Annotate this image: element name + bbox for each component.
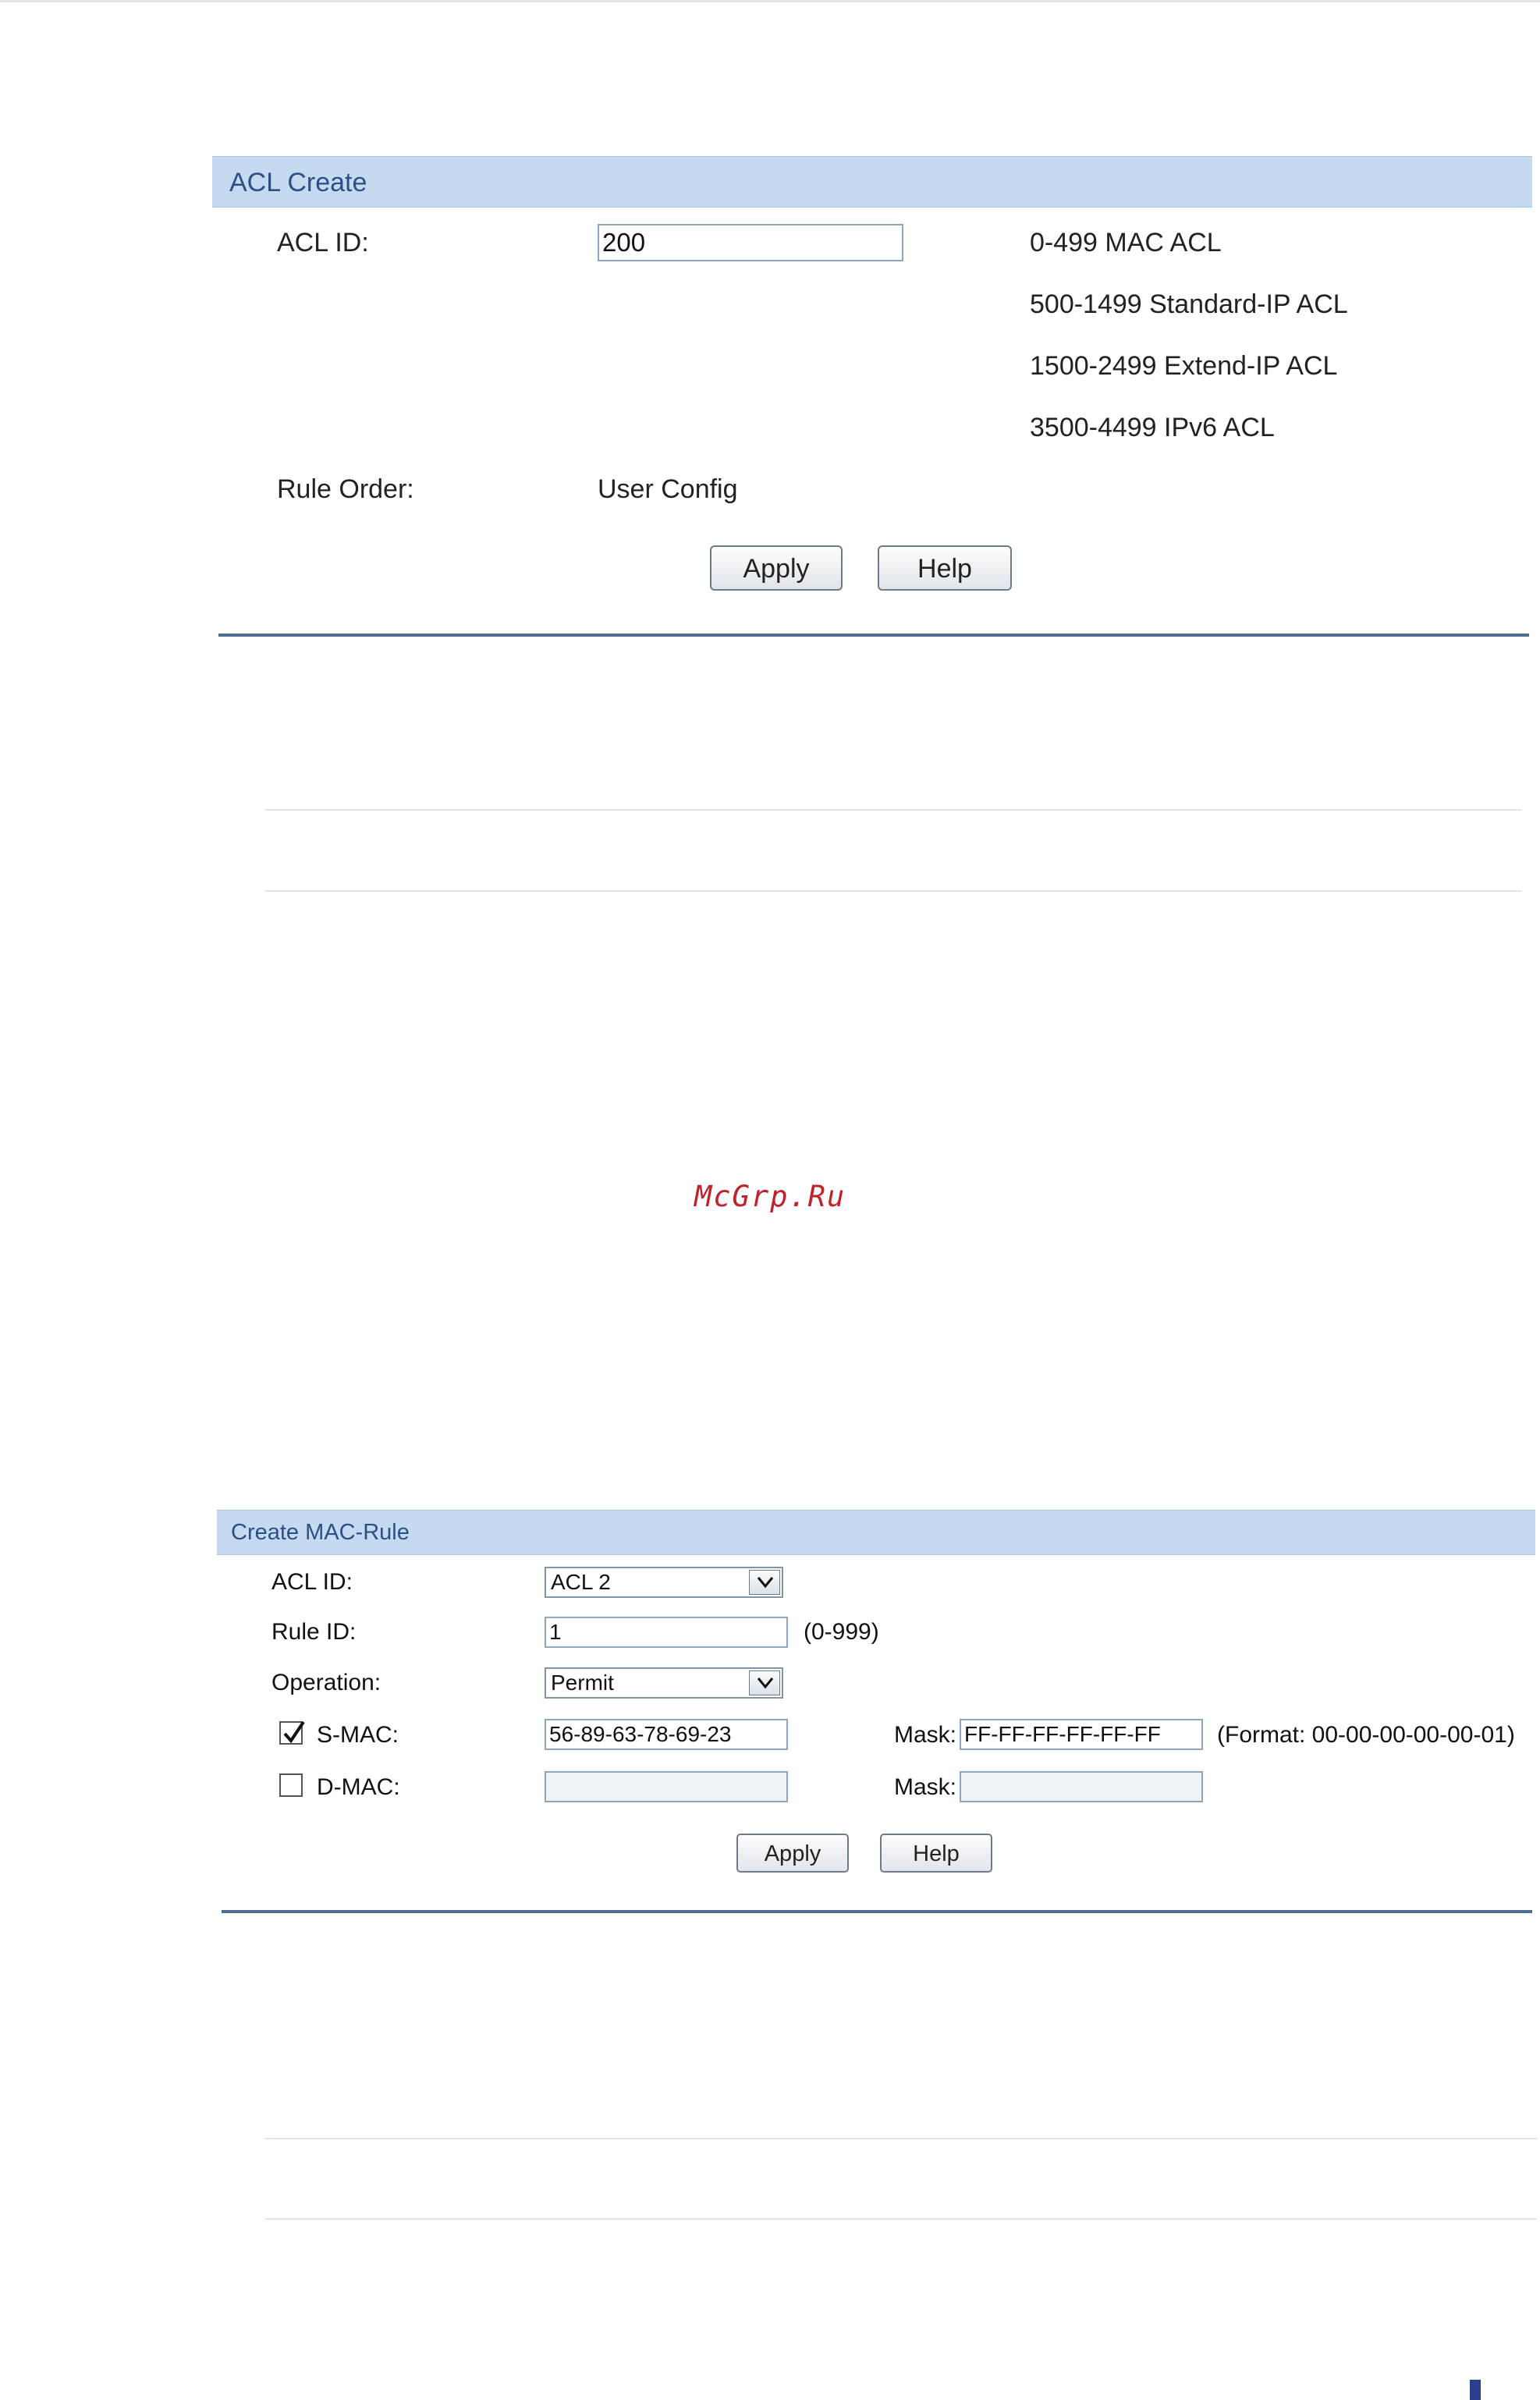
smac-checkbox[interactable] (279, 1720, 305, 1745)
rule-id-input[interactable] (545, 1617, 788, 1648)
mac-rule-header: Create MAC-Rule (217, 1510, 1535, 1555)
rule-order-value: User Config (598, 474, 738, 504)
smac-input[interactable] (545, 1719, 788, 1750)
dmac-mask-input[interactable] (960, 1771, 1203, 1802)
acl-range-note-mac: 0-499 MAC ACL (1030, 228, 1222, 257)
acl-range-note-standard-ip: 500-1499 Standard-IP ACL (1030, 289, 1348, 319)
acl-id-label: ACL ID: (277, 228, 369, 257)
dmac-input[interactable] (545, 1771, 788, 1802)
smac-mask-label: Mask: (894, 1722, 957, 1748)
chevron-down-icon[interactable] (749, 1570, 780, 1595)
dmac-checkbox[interactable] (279, 1773, 303, 1797)
acl-id-input[interactable] (598, 224, 903, 261)
divider (265, 2138, 1537, 2139)
divider (265, 809, 1521, 811)
rule-id-range-hint: (0-999) (804, 1619, 879, 1645)
acl-create-header: ACL Create (212, 156, 1532, 208)
dmac-mask-label: Mask: (894, 1774, 957, 1800)
mac-format-hint: (Format: 00-00-00-00-00-01) (1217, 1722, 1515, 1748)
mac-rule-title: Create MAC-Rule (231, 1520, 410, 1545)
page-corner-mark (1470, 2380, 1481, 2400)
operation-label: Operation: (271, 1670, 381, 1695)
divider (265, 890, 1521, 892)
mac-rule-bottom-border (222, 1910, 1532, 1913)
mac-rule-apply-button[interactable]: Apply (736, 1834, 849, 1873)
operation-select[interactable]: Permit (545, 1667, 783, 1699)
chevron-down-icon[interactable] (749, 1670, 780, 1695)
rule-id-label: Rule ID: (271, 1619, 357, 1645)
rule-order-label: Rule Order: (277, 474, 414, 504)
divider (265, 2218, 1537, 2220)
acl-range-note-ipv6: 3500-4499 IPv6 ACL (1030, 413, 1275, 442)
mac-rule-help-button[interactable]: Help (880, 1834, 992, 1873)
smac-label: S-MAC: (317, 1722, 399, 1748)
top-rule (0, 0, 1540, 2)
smac-mask-input[interactable] (960, 1719, 1203, 1750)
mac-acl-id-label: ACL ID: (271, 1569, 353, 1595)
acl-range-note-extend-ip: 1500-2499 Extend-IP ACL (1030, 351, 1338, 381)
acl-id-selected-value: ACL 2 (551, 1570, 611, 1594)
acl-id-select[interactable]: ACL 2 (545, 1567, 783, 1598)
acl-create-apply-button[interactable]: Apply (710, 545, 843, 591)
watermark-text: McGrp.Ru (694, 1180, 846, 1213)
operation-selected-value: Permit (551, 1670, 614, 1695)
acl-create-help-button[interactable]: Help (878, 545, 1012, 591)
acl-create-title: ACL Create (229, 168, 367, 197)
dmac-label: D-MAC: (317, 1774, 400, 1800)
acl-create-bottom-border (218, 634, 1529, 637)
